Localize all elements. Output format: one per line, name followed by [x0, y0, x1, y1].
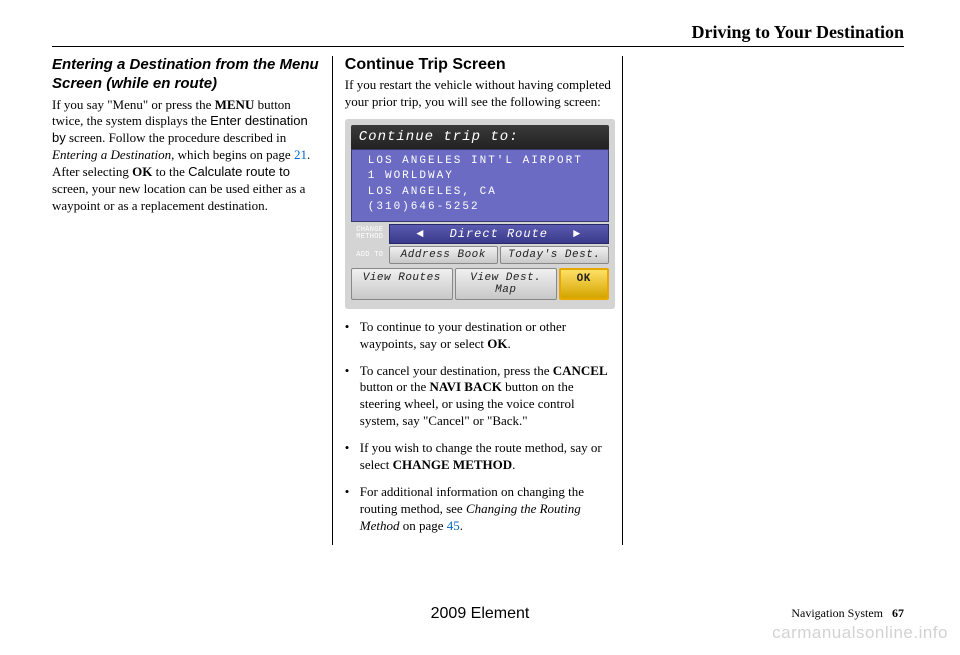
text: To cancel your destination, press the — [360, 363, 553, 378]
dest-line1: LOS ANGELES INT'L AIRPORT — [368, 154, 598, 169]
bullet-continue: To continue to your destination or other… — [345, 319, 612, 353]
page-link-21[interactable]: 21 — [291, 147, 307, 162]
text: . — [507, 336, 510, 351]
bold-cancel: CANCEL — [553, 363, 608, 378]
nav-title-bar: Continue trip to: — [351, 125, 609, 149]
bullet-additional-info: For additional information on changing t… — [345, 484, 612, 535]
ui-label-calculate-route-to: Calculate route to — [188, 164, 290, 179]
bold-ok: OK — [132, 164, 152, 179]
footer-section-page: Navigation System 67 — [791, 606, 904, 621]
text: , which begins on page — [171, 147, 291, 162]
intro-text: If you restart the vehicle without havin… — [345, 77, 612, 111]
chevron-left-icon: ◄ — [416, 227, 424, 241]
italic-reference: Entering a Destination — [52, 147, 171, 162]
dest-line2: 1 WORLDWAY — [368, 169, 598, 184]
page-number: 67 — [892, 606, 904, 620]
dest-line4: (310)646-5252 — [368, 200, 598, 215]
view-routes-button: View Routes — [351, 268, 453, 300]
label-add-to: ADD TO — [351, 252, 389, 259]
bold-navi-back: NAVI BACK — [429, 379, 501, 394]
column-3 — [623, 56, 904, 545]
label-change-method: CHANGE METHOD — [351, 227, 389, 241]
direct-route-selector: ◄ Direct Route ► — [389, 224, 609, 244]
text: To continue to your destination or other… — [360, 319, 566, 351]
text: button or the — [360, 379, 430, 394]
text: screen. Follow the procedure described i… — [66, 130, 287, 145]
page-link-45[interactable]: 45 — [444, 518, 460, 533]
nav-bottom-buttons: View Routes View Dest. Map OK — [351, 268, 609, 300]
page-title: Driving to Your Destination — [691, 22, 904, 43]
body-paragraph: If you say "Menu" or press the MENU butt… — [52, 97, 322, 215]
content-columns: Entering a Destination from the Menu Scr… — [52, 56, 904, 545]
bullet-list: To continue to your destination or other… — [345, 319, 612, 535]
nav-row-change-method: CHANGE METHOD ◄ Direct Route ► — [351, 224, 609, 244]
horizontal-rule — [52, 46, 904, 47]
text: screen, your new location can be used ei… — [52, 181, 305, 213]
todays-dest-button: Today's Dest. — [500, 246, 609, 264]
watermark: carmanualsonline.info — [772, 623, 948, 643]
bullet-change-method: If you wish to change the route method, … — [345, 440, 612, 474]
nav-destination-panel: LOS ANGELES INT'L AIRPORT 1 WORLDWAY LOS… — [351, 149, 609, 223]
bullet-cancel: To cancel your destination, press the CA… — [345, 363, 612, 431]
address-book-button: Address Book — [389, 246, 498, 264]
nav-row-add-to: ADD TO Address Book Today's Dest. — [351, 246, 609, 264]
column-2: Continue Trip Screen If you restart the … — [333, 56, 623, 545]
footer-section-label: Navigation System — [791, 606, 883, 620]
chevron-right-icon: ► — [573, 227, 581, 241]
view-dest-map-button: View Dest. Map — [455, 268, 557, 300]
navigation-screenshot: Continue trip to: LOS ANGELES INT'L AIRP… — [345, 119, 615, 309]
bold-ok: OK — [487, 336, 507, 351]
bold-change-method: CHANGE METHOD — [393, 457, 513, 472]
section-heading-continue-trip: Continue Trip Screen — [345, 56, 612, 74]
text: . — [512, 457, 515, 472]
section-heading-entering-destination: Entering a Destination from the Menu Scr… — [52, 56, 322, 94]
bold-menu: MENU — [215, 97, 255, 112]
ok-button: OK — [559, 268, 609, 300]
text: If you say "Menu" or press the — [52, 97, 215, 112]
text: . — [460, 518, 463, 533]
direct-route-text: Direct Route — [450, 227, 548, 241]
dest-line3: LOS ANGELES, CA — [368, 185, 598, 200]
text: on page — [400, 518, 444, 533]
column-1: Entering a Destination from the Menu Scr… — [52, 56, 333, 545]
text: to the — [152, 164, 188, 179]
